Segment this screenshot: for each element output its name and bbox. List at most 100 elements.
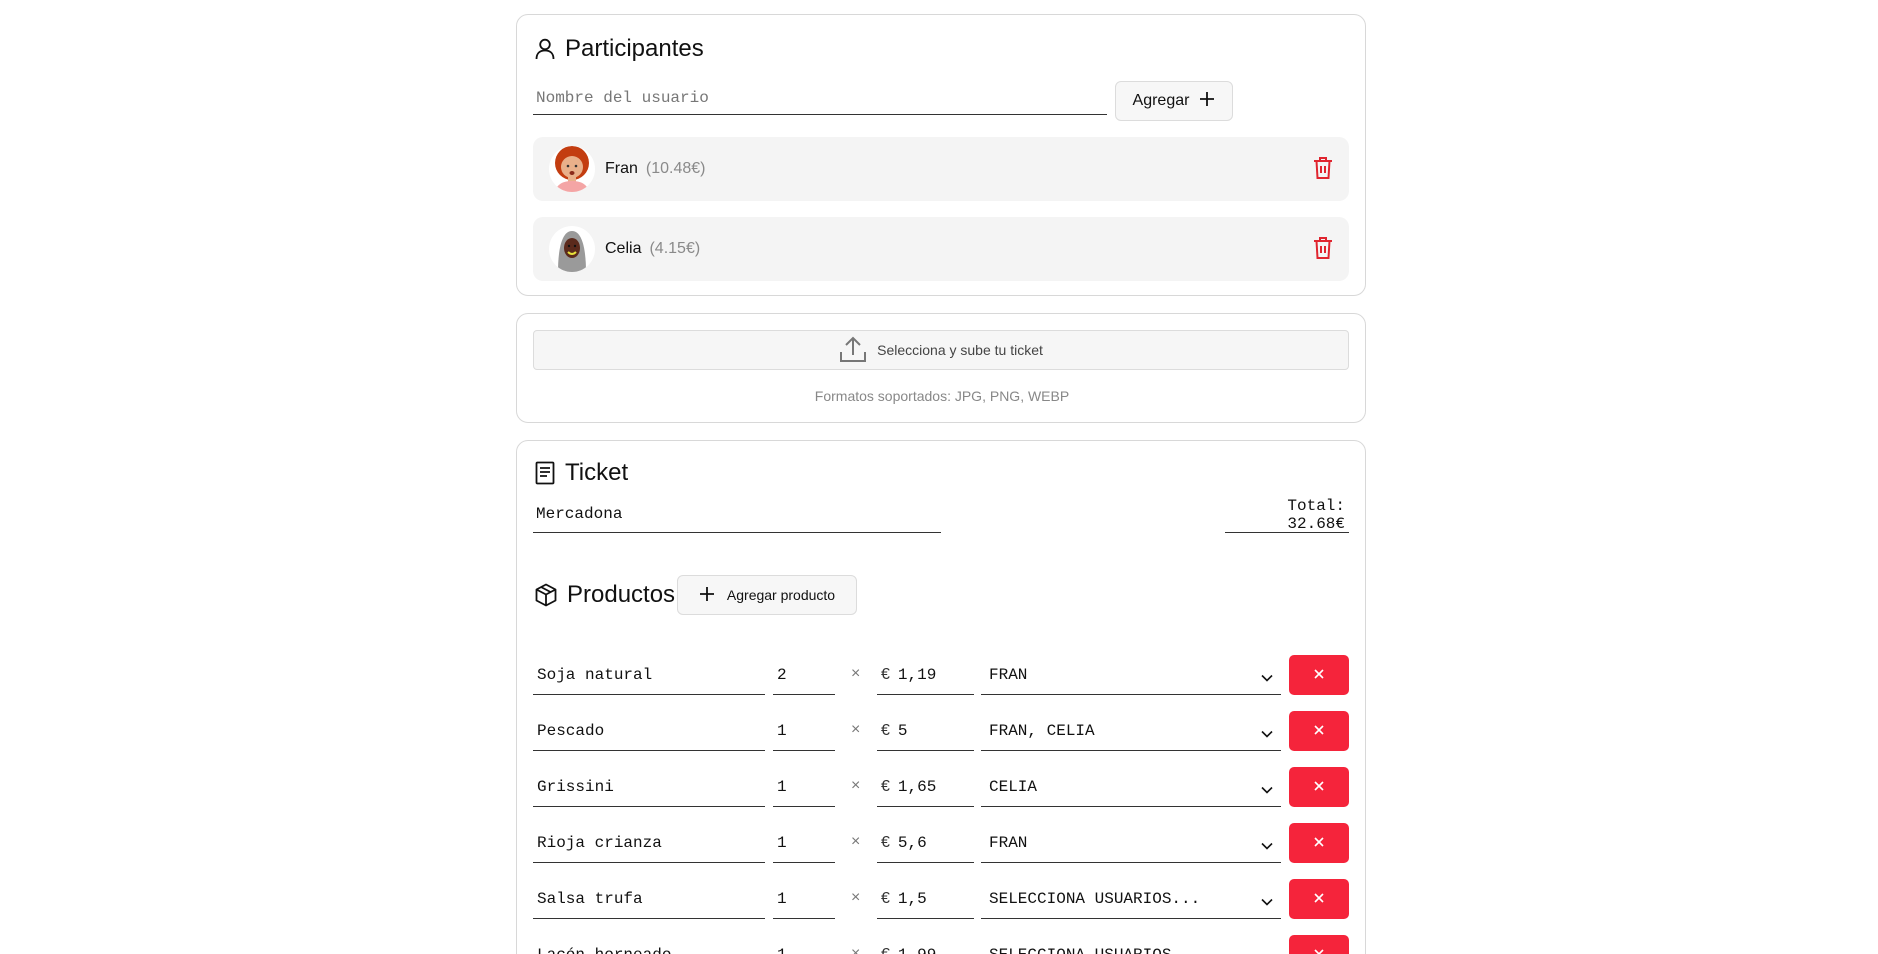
chevron-down-icon [1261,949,1273,954]
product-price-input[interactable]: €1,99 [877,935,974,954]
chevron-down-icon [1261,837,1273,855]
product-name-input[interactable]: Soja natural [533,655,765,695]
participants-title: Participantes [565,35,704,62]
product-users-value: SELECCIONA USUARIOS... [989,889,1201,908]
participant-name: Celia [605,240,642,257]
product-row: Rioja crianza 1 × €5,6 FRAN [533,823,1349,863]
product-row: Soja natural 2 × €1,19 FRAN [533,655,1349,695]
add-product-button[interactable]: Agregar producto [677,575,857,615]
ticket-header: Ticket [535,459,628,487]
x-icon [1314,666,1324,684]
product-name-input[interactable]: Salsa trufa [533,879,765,919]
ticket-total: Total: 32.68€ [1225,495,1349,533]
remove-product-button[interactable] [1289,711,1349,751]
remove-product-button[interactable] [1289,879,1349,919]
x-icon [1314,890,1324,908]
product-price-input[interactable]: €1,65 [877,767,974,807]
times-sign: × [851,777,861,794]
chevron-down-icon [1261,893,1273,911]
participant-item: Celia (4.15€) [533,217,1349,281]
product-price-value: 5 [897,721,908,740]
user-icon [535,38,555,60]
participants-header: Participantes [535,35,704,63]
product-users-select[interactable]: CELIA [981,767,1281,807]
product-users-select[interactable]: FRAN [981,823,1281,863]
product-row: Pescado 1 × €5 FRAN, CELIA [533,711,1349,751]
plus-icon [699,586,715,605]
remove-product-button[interactable] [1289,823,1349,863]
product-row: Salsa trufa 1 × €1,5 SELECCIONA USUARIOS… [533,879,1349,919]
upload-icon [839,335,867,366]
upload-ticket-button[interactable]: Selecciona y sube tu ticket [533,330,1349,370]
upload-formats-hint: Formatos soportados: JPG, PNG, WEBP [814,388,1070,404]
product-qty-input[interactable]: 2 [773,655,835,695]
product-price-value: 5,6 [897,833,927,852]
product-price-value: 1,99 [898,946,936,954]
box-icon [535,583,557,607]
product-users-value: CELIA [989,777,1038,796]
euro-sign: € [881,721,890,739]
ticket-title: Ticket [565,459,629,486]
participant-name: Fran [605,160,638,177]
product-price-value: 1,65 [897,777,937,796]
product-users-select[interactable]: SELECCIONA USUARIOS... [981,935,1281,954]
upload-card: Selecciona y sube tu ticket Formatos sop… [516,313,1366,423]
add-participant-button[interactable]: Agregar [1115,81,1233,121]
product-name-input[interactable]: Lacón horneado [533,935,765,954]
participant-amount: (10.48€) [645,160,706,177]
product-row: Grissini 1 × €1,65 CELIA [533,767,1349,807]
participant-name-input[interactable] [533,81,1107,115]
product-price-value: 1,19 [897,665,937,684]
products-title: Productos [567,581,676,608]
product-qty-input[interactable]: 1 [773,767,835,807]
product-price-input[interactable]: €1,5 [877,879,974,919]
chevron-down-icon [1261,781,1273,799]
participant-item: Fran (10.48€) [533,137,1349,201]
product-price-value: 1,5 [897,889,927,908]
product-name-input[interactable]: Pescado [533,711,765,751]
ticket-card: Ticket Mercadona Total: 32.68€ Productos… [516,440,1366,954]
product-qty-input[interactable]: 1 [773,935,835,954]
product-name-input[interactable]: Rioja crianza [533,823,765,863]
remove-product-button[interactable] [1289,935,1349,954]
products-header: Productos [535,581,675,609]
participant-amount: (4.15€) [649,240,701,257]
product-price-input[interactable]: €1,19 [877,655,974,695]
chevron-down-icon [1261,669,1273,687]
product-users-value: FRAN [989,665,1028,684]
upload-button-label: Selecciona y sube tu ticket [877,342,1043,358]
remove-product-button[interactable] [1289,655,1349,695]
product-qty-input[interactable]: 1 [773,879,835,919]
x-icon [1314,722,1324,740]
add-participant-label: Agregar [1132,92,1190,109]
trash-icon[interactable] [1313,156,1333,185]
product-users-select[interactable]: SELECCIONA USUARIOS... [981,879,1281,919]
times-sign: × [851,833,861,850]
trash-icon[interactable] [1313,236,1333,265]
avatar [549,146,595,192]
product-users-value: FRAN [989,833,1028,852]
times-sign: × [851,665,861,682]
euro-sign: € [881,665,890,683]
add-product-label: Agregar producto [726,587,836,603]
product-row: Lacón horneado 1 × €1,99 SELECCIONA USUA… [533,935,1349,954]
product-users-select[interactable]: FRAN [981,655,1281,695]
euro-sign: € [881,833,890,851]
product-price-input[interactable]: €5 [877,711,974,751]
product-qty-input[interactable]: 1 [773,711,835,751]
remove-product-button[interactable] [1289,767,1349,807]
product-users-select[interactable]: FRAN, CELIA [981,711,1281,751]
product-users-value: FRAN, CELIA [989,721,1095,740]
product-name-input[interactable]: Grissini [533,767,765,807]
product-price-input[interactable]: €5,6 [877,823,974,863]
times-sign: × [851,889,861,906]
plus-icon [1199,91,1215,112]
receipt-icon [535,461,555,485]
avatar [549,226,595,272]
times-sign: × [851,945,861,954]
x-icon [1314,778,1324,796]
euro-sign: € [881,889,890,907]
participants-card: Participantes Agregar Fran (10.48€) [516,14,1366,296]
store-name-input[interactable]: Mercadona [533,495,941,533]
product-qty-input[interactable]: 1 [773,823,835,863]
